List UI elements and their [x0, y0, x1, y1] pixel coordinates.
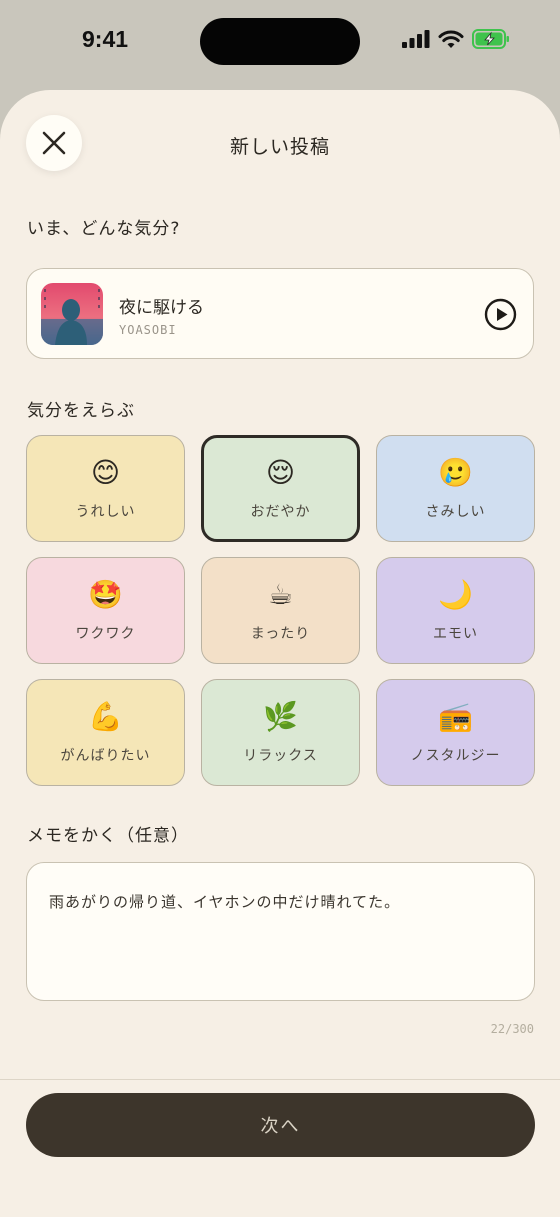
mood-label: うれしい: [75, 503, 136, 520]
status-time: 9:41: [82, 26, 129, 52]
mood-option-mattari[interactable]: ☕ まったり: [201, 557, 360, 664]
mood-option-odayaka[interactable]: 😌 おだやか: [201, 435, 360, 542]
memo-textarea[interactable]: 雨あがりの帰り道、イヤホンの中だけ晴れてた。: [26, 862, 535, 1001]
next-button[interactable]: 次へ: [26, 1093, 535, 1157]
smile-emoji-icon: 😊: [90, 455, 121, 489]
mood-prompt: いま、どんな気分?: [27, 219, 181, 239]
mood-label: ノスタルジー: [410, 747, 501, 764]
mood-option-ureshii[interactable]: 😊 うれしい: [26, 435, 185, 542]
herb-emoji-icon: 🌿: [263, 699, 298, 733]
tearful-smile-emoji-icon: 🥲: [438, 455, 473, 489]
signal-icon: [402, 30, 430, 48]
song-title: 夜に駆ける: [119, 298, 204, 318]
relieved-emoji-icon: 😌: [265, 455, 296, 489]
mood-label: まったり: [250, 625, 311, 642]
footer-divider: [0, 1079, 560, 1080]
dynamic-island: [200, 18, 360, 65]
mood-option-relax[interactable]: 🌿 リラックス: [201, 679, 360, 786]
mood-option-nostalgia[interactable]: 📻 ノスタルジー: [376, 679, 535, 786]
flexed-arm-emoji-icon: 💪: [88, 699, 123, 733]
memo-label: メモをかく（任意）: [27, 826, 189, 846]
wifi-icon: [438, 30, 464, 48]
mood-label: エモい: [433, 625, 478, 642]
mood-option-ganbaritai[interactable]: 💪 がんばりたい: [26, 679, 185, 786]
sheet-title: 新しい投稿: [229, 136, 330, 158]
mood-label: ワクワク: [75, 625, 136, 642]
mood-label: さみしい: [425, 503, 486, 520]
mood-label: リラックス: [243, 747, 318, 764]
song-artist: YOASOBI: [119, 323, 177, 337]
radio-emoji-icon: 📻: [438, 699, 473, 733]
star-eyes-emoji-icon: 🤩: [88, 577, 123, 611]
mood-grid: 😊 うれしい 😌 おだやか 🥲 さみしい 🤩 ワクワク ☕ まったり 🌙 エモい…: [26, 435, 535, 786]
coffee-emoji-icon: ☕: [267, 577, 294, 611]
status-icons: [402, 29, 510, 49]
mood-option-wakuwaku[interactable]: 🤩 ワクワク: [26, 557, 185, 664]
mood-section-label: 気分をえらぶ: [27, 401, 135, 421]
status-bar: 9:41: [0, 0, 560, 88]
new-post-sheet: 新しい投稿 いま、どんな気分? 夜に駆ける YOASOBI 気分をえらぶ 😊 う…: [0, 90, 560, 1217]
song-card[interactable]: 夜に駆ける YOASOBI: [26, 268, 534, 359]
mood-label: おだやか: [250, 503, 311, 520]
mood-option-samishii[interactable]: 🥲 さみしい: [376, 435, 535, 542]
play-icon[interactable]: [484, 298, 517, 331]
album-artwork: [41, 283, 103, 345]
character-counter: 22/300: [490, 1022, 534, 1036]
mood-option-emoi[interactable]: 🌙 エモい: [376, 557, 535, 664]
mood-label: がんばりたい: [60, 747, 151, 764]
battery-icon: [472, 29, 509, 49]
crescent-moon-emoji-icon: 🌙: [438, 577, 473, 611]
